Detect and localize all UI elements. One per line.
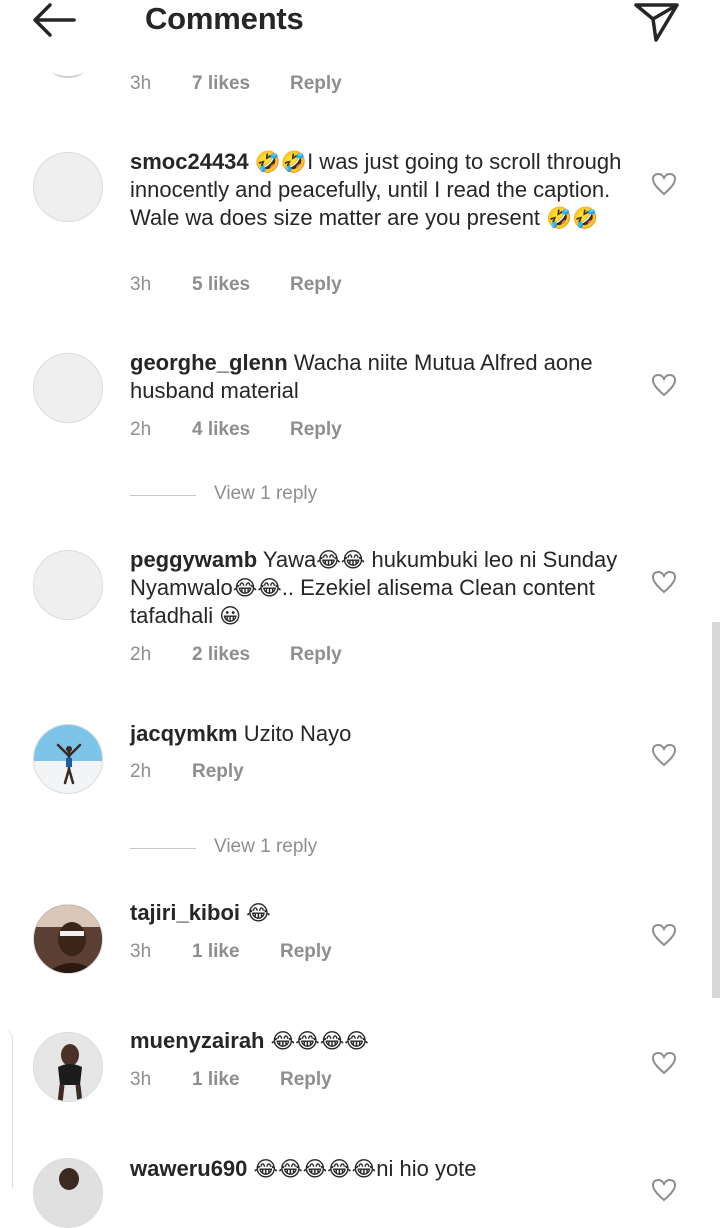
likes-count[interactable]: 7 likes bbox=[192, 73, 250, 95]
emoji: 😀 bbox=[219, 604, 242, 628]
back-button[interactable] bbox=[30, 0, 80, 40]
reply-button[interactable]: Reply bbox=[290, 644, 342, 666]
avatar[interactable] bbox=[33, 152, 103, 222]
heart-icon[interactable] bbox=[651, 743, 677, 767]
avatar[interactable] bbox=[33, 1158, 103, 1228]
likes-count[interactable]: 1 like bbox=[192, 1069, 240, 1091]
avatar[interactable] bbox=[33, 904, 103, 974]
comment-time: 2h bbox=[130, 761, 152, 782]
comment-body: Yawa bbox=[262, 547, 317, 572]
view-replies-label[interactable]: View 1 reply bbox=[214, 483, 317, 505]
likes-count[interactable]: 2 likes bbox=[192, 644, 250, 666]
comment-body: Uzito Nayo bbox=[243, 721, 352, 746]
likes-count[interactable]: 4 likes bbox=[192, 419, 250, 441]
profile-photo bbox=[34, 1033, 102, 1101]
heart-icon[interactable] bbox=[651, 373, 677, 397]
page-title: Comments bbox=[145, 1, 304, 36]
username[interactable]: jacqymkm bbox=[130, 721, 238, 746]
view-replies-label[interactable]: View 1 reply bbox=[214, 836, 317, 858]
comment-text: muenyzairah 😂😂😂😂 bbox=[130, 1027, 630, 1055]
comment-text: smoc24434 🤣🤣I was just going to scroll t… bbox=[130, 148, 630, 232]
comment-time: 3h bbox=[130, 1069, 152, 1090]
comment-time: 2h bbox=[130, 419, 152, 440]
reply-button[interactable]: Reply bbox=[290, 419, 342, 441]
heart-icon[interactable] bbox=[651, 1178, 677, 1202]
emoji: 😂😂😂😂 bbox=[270, 1029, 369, 1053]
profile-photo bbox=[34, 905, 102, 973]
username[interactable]: peggywamb bbox=[130, 547, 257, 572]
edge-panel bbox=[0, 1028, 13, 1188]
reply-button[interactable]: Reply bbox=[280, 1069, 332, 1091]
comment-text: tajiri_kiboi 😂 bbox=[130, 899, 630, 927]
reply-button[interactable]: Reply bbox=[280, 941, 332, 963]
username[interactable]: waweru690 bbox=[130, 1156, 247, 1181]
avatar[interactable] bbox=[33, 550, 103, 620]
scrollbar[interactable] bbox=[712, 622, 720, 998]
likes-count[interactable]: 5 likes bbox=[192, 274, 250, 296]
heart-icon[interactable] bbox=[651, 570, 677, 594]
reply-button[interactable]: Reply bbox=[192, 761, 244, 783]
comment-text: peggywamb Yawa😂😂 hukumbuki leo ni Sunday… bbox=[130, 546, 630, 630]
avatar[interactable] bbox=[33, 724, 103, 794]
comment-time: 3h bbox=[130, 73, 152, 94]
heart-icon[interactable] bbox=[651, 172, 677, 196]
avatar[interactable] bbox=[52, 62, 84, 78]
avatar[interactable] bbox=[33, 1032, 103, 1102]
profile-photo bbox=[34, 725, 102, 793]
avatar[interactable] bbox=[33, 353, 103, 423]
profile-photo bbox=[34, 1159, 102, 1227]
username[interactable]: tajiri_kiboi bbox=[130, 900, 240, 925]
comment-time: 3h bbox=[130, 941, 152, 962]
emoji: 🤣🤣 bbox=[254, 150, 308, 174]
arrow-left-icon bbox=[33, 3, 76, 37]
username[interactable]: muenyzairah bbox=[130, 1028, 265, 1053]
username[interactable]: smoc24434 bbox=[130, 149, 249, 174]
comment-time: 2h bbox=[130, 644, 152, 665]
emoji: 😂 bbox=[246, 901, 271, 925]
header-bar: Comments bbox=[0, 0, 720, 60]
emoji: 🤣🤣 bbox=[546, 206, 599, 230]
emoji: 😂😂 bbox=[232, 576, 282, 600]
reply-button[interactable]: Reply bbox=[290, 73, 342, 95]
heart-icon[interactable] bbox=[651, 1051, 677, 1075]
heart-icon[interactable] bbox=[651, 923, 677, 947]
comment-time: 3h bbox=[130, 274, 152, 295]
emoji: 😂😂😂😂😂 bbox=[253, 1157, 377, 1181]
divider bbox=[130, 495, 196, 496]
emoji: 😂😂 bbox=[316, 548, 366, 572]
divider bbox=[130, 848, 196, 849]
share-button[interactable] bbox=[632, 0, 682, 44]
comment-text: jacqymkm Uzito Nayo bbox=[130, 720, 630, 748]
comment-text: georghe_glenn Wacha niite Mutua Alfred a… bbox=[130, 349, 630, 405]
paper-plane-icon bbox=[634, 3, 679, 42]
reply-button[interactable]: Reply bbox=[290, 274, 342, 296]
likes-count[interactable]: 1 like bbox=[192, 941, 240, 963]
username[interactable]: georghe_glenn bbox=[130, 350, 288, 375]
comment-text: waweru690 😂😂😂😂😂ni hio yote bbox=[130, 1155, 630, 1183]
comment-body: ni hio yote bbox=[376, 1156, 477, 1181]
